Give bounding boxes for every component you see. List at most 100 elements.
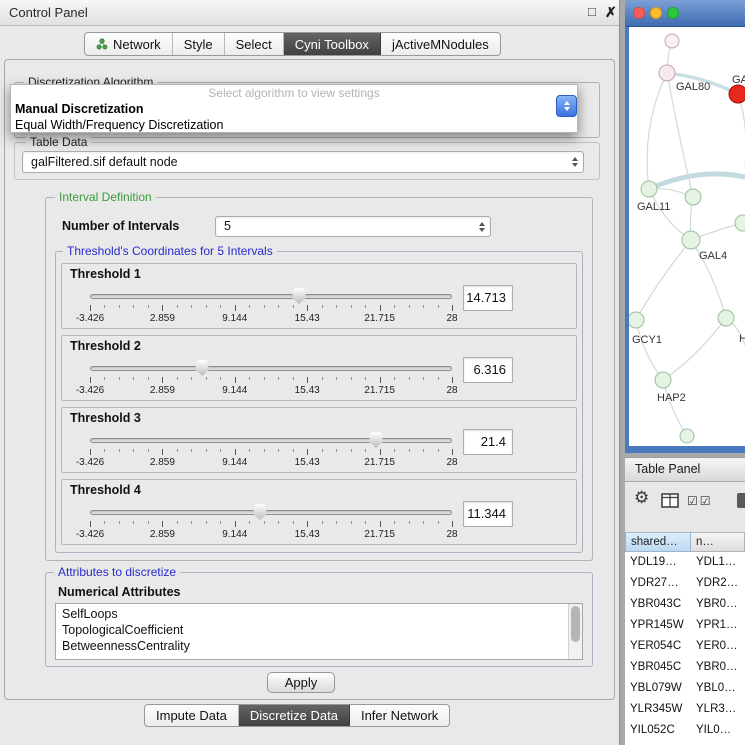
table-data-combobox[interactable]: galFiltered.sif default node [22,151,584,173]
threshold-1-slider[interactable]: -3.4262.8599.14415.4321.71528 [90,286,452,328]
cell-shared-name[interactable]: YER054C [625,636,691,657]
window-title: Control Panel [9,5,88,20]
slider-track[interactable] [90,366,452,371]
tick-mark [409,521,410,524]
table-row[interactable]: YLR345WYLR3… [625,699,745,720]
network-node[interactable] [735,215,745,231]
cell-name[interactable]: YER0… [691,636,745,657]
tab-style[interactable]: Style [173,33,225,55]
zoom-traffic-light[interactable] [667,7,679,19]
minimize-traffic-light[interactable] [650,7,662,19]
threshold-3-panel: Threshold 3 -3.4262.8599.14415.4321.7152… [61,407,577,473]
checkboxes-icon[interactable]: ☑☑ [687,494,713,508]
tick-mark [394,305,395,308]
number-of-intervals-label: Number of Intervals [62,219,179,233]
tab-select[interactable]: Select [225,33,284,55]
table-row[interactable]: YDR27…YDR2… [625,573,745,594]
tick-mark [133,377,134,380]
attribute-item[interactable]: BetweennessCentrality [56,638,582,654]
network-window-titlebar[interactable] [625,0,745,27]
network-node[interactable] [718,310,734,326]
network-node[interactable] [629,312,644,328]
cell-shared-name[interactable]: YBR043C [625,594,691,615]
toolbar-icon-cut[interactable] [737,493,745,508]
table-row[interactable]: YIL052CYIL0… [625,720,745,741]
column-header-name[interactable]: n… [691,532,745,552]
tab-network[interactable]: Network [85,33,173,55]
tick-mark [394,521,395,524]
attribute-item[interactable]: TopologicalCoefficient [56,622,582,638]
network-node[interactable] [682,231,700,249]
tab-discretize-data[interactable]: Discretize Data [239,705,350,726]
table-row[interactable]: YER054CYER0… [625,636,745,657]
tab-cyni-toolbox[interactable]: Cyni Toolbox [284,33,381,55]
network-node[interactable] [659,65,675,81]
cell-shared-name[interactable]: YBL079W [625,678,691,699]
cell-name[interactable]: YBR0… [691,594,745,615]
cell-shared-name[interactable]: YLR345W [625,699,691,720]
tick-mark [264,521,265,524]
slider-thumb[interactable] [254,504,267,520]
slider-thumb[interactable] [196,360,209,376]
tab-impute-data[interactable]: Impute Data [145,705,239,726]
attribute-item[interactable]: SelfLoops [56,606,582,622]
tick-mark [293,377,294,380]
cell-shared-name[interactable]: YDL19… [625,552,691,573]
tick-mark [264,305,265,308]
cell-shared-name[interactable]: YPR145W [625,615,691,636]
close-window-icon[interactable]: ✗ [605,4,617,21]
number-of-intervals-combobox[interactable]: 5 [215,216,491,237]
threshold-4-slider[interactable]: -3.4262.8599.14415.4321.71528 [90,502,452,544]
network-node[interactable] [641,181,657,197]
cell-name[interactable]: YDL1… [691,552,745,573]
network-node[interactable] [665,34,679,48]
tick-mark [90,449,91,455]
table-row[interactable]: YBL079WYBL0… [625,678,745,699]
threshold-1-value-field[interactable]: 14.713 [463,285,513,311]
cell-name[interactable]: YIL0… [691,720,745,741]
network-node[interactable] [729,85,745,103]
scrollbar-thumb[interactable] [571,606,580,642]
gear-icon[interactable]: ⚙ [634,488,649,508]
cell-name[interactable]: YPR1… [691,615,745,636]
table-row[interactable]: YBR045CYBR0… [625,657,745,678]
tick-mark [133,521,134,524]
slider-track[interactable] [90,438,452,443]
network-view[interactable]: GAL80GAGAL11GAL4GCY1HHAP2 [629,27,745,446]
cell-shared-name[interactable]: YDR27… [625,573,691,594]
columns-icon[interactable] [661,493,679,508]
threshold-4-value-field[interactable]: 11.344 [463,501,513,527]
close-traffic-light[interactable] [633,7,645,19]
algorithm-combobox-stepper[interactable] [556,95,577,117]
network-node[interactable] [680,429,694,443]
cell-shared-name[interactable]: YBR045C [625,657,691,678]
algorithm-option-equal-width[interactable]: Equal Width/Frequency Discretization [11,117,577,133]
slider-thumb[interactable] [292,288,305,304]
cell-name[interactable]: YLR3… [691,699,745,720]
attributes-scrollbar[interactable] [568,604,582,659]
table-row[interactable]: YDL19…YDL1… [625,552,745,573]
table-row[interactable]: YBR043CYBR0… [625,594,745,615]
tab-infer-network[interactable]: Infer Network [350,705,449,726]
tick-mark [380,521,381,527]
cell-name[interactable]: YBL0… [691,678,745,699]
threshold-3-slider[interactable]: -3.4262.8599.14415.4321.71528 [90,430,452,472]
column-header-shared-name[interactable]: shared… [625,532,691,552]
cell-shared-name[interactable]: YIL052C [625,720,691,741]
network-node[interactable] [655,372,671,388]
tick-mark [322,449,323,452]
tab-jactivemnodules[interactable]: jActiveMNodules [381,33,500,55]
threshold-3-value-field[interactable]: 21.4 [463,429,513,455]
apply-button[interactable]: Apply [267,672,335,693]
cell-name[interactable]: YBR0… [691,657,745,678]
cell-name[interactable]: YDR2… [691,573,745,594]
slider-thumb[interactable] [369,432,382,448]
table-row[interactable]: YPR145WYPR1… [625,615,745,636]
slider-track[interactable] [90,510,452,515]
float-window-icon[interactable]: □ [588,4,596,19]
algorithm-option-manual[interactable]: Manual Discretization [11,101,577,117]
network-node[interactable] [685,189,701,205]
slider-track[interactable] [90,294,452,299]
threshold-2-slider[interactable]: -3.4262.8599.14415.4321.71528 [90,358,452,400]
threshold-2-value-field[interactable]: 6.316 [463,357,513,383]
